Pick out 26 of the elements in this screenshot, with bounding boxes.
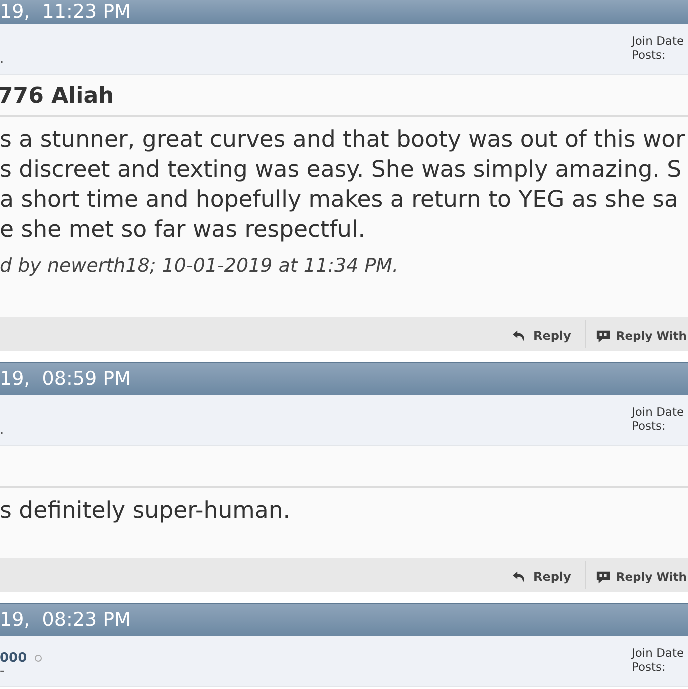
post-text-line: s discreet and texting was easy. She was simply amazing. S — [0, 156, 683, 185]
join-date-label: Join Date — [632, 34, 686, 48]
reply-button[interactable]: Reply — [512, 566, 586, 584]
user-title: - — [0, 666, 6, 678]
post-date: 19, 08:59 PM — [0, 369, 131, 389]
posts-label: Posts: — [632, 660, 667, 674]
offline-status-icon — [35, 655, 42, 662]
post-date: 19, 11:23 PM — [0, 2, 131, 22]
post-text-line: e she met so far was respectful. — [0, 216, 367, 245]
posts-label: Posts: — [632, 48, 667, 62]
speech-bubble-icon — [596, 328, 612, 344]
reply-with-quote-button[interactable]: Reply With — [586, 566, 688, 584]
reply-button[interactable]: Reply — [512, 324, 586, 344]
user-title: . — [0, 425, 4, 437]
post-text-line: s definitely super-human. — [0, 497, 292, 526]
join-date-label: Join Date — [632, 405, 686, 419]
post-text-line: a short time and hopefully makes a return to YEG as she sa — [0, 186, 680, 215]
reply-with-quote-button[interactable]: Reply With — [586, 324, 688, 344]
username-link[interactable]: 000 — [0, 651, 28, 666]
post-text-line: s a stunner, great curves and that booty was out of this wor — [0, 126, 686, 155]
speech-bubble-icon — [596, 570, 612, 584]
last-edited-note: d by newerth18; 10-01-2019 at 11:34 PM. — [0, 255, 400, 277]
post-date: 19, 08:23 PM — [0, 610, 131, 630]
user-title: . — [0, 54, 4, 66]
posts-label: Posts: — [632, 419, 667, 433]
join-date-label: Join Date — [632, 646, 686, 660]
